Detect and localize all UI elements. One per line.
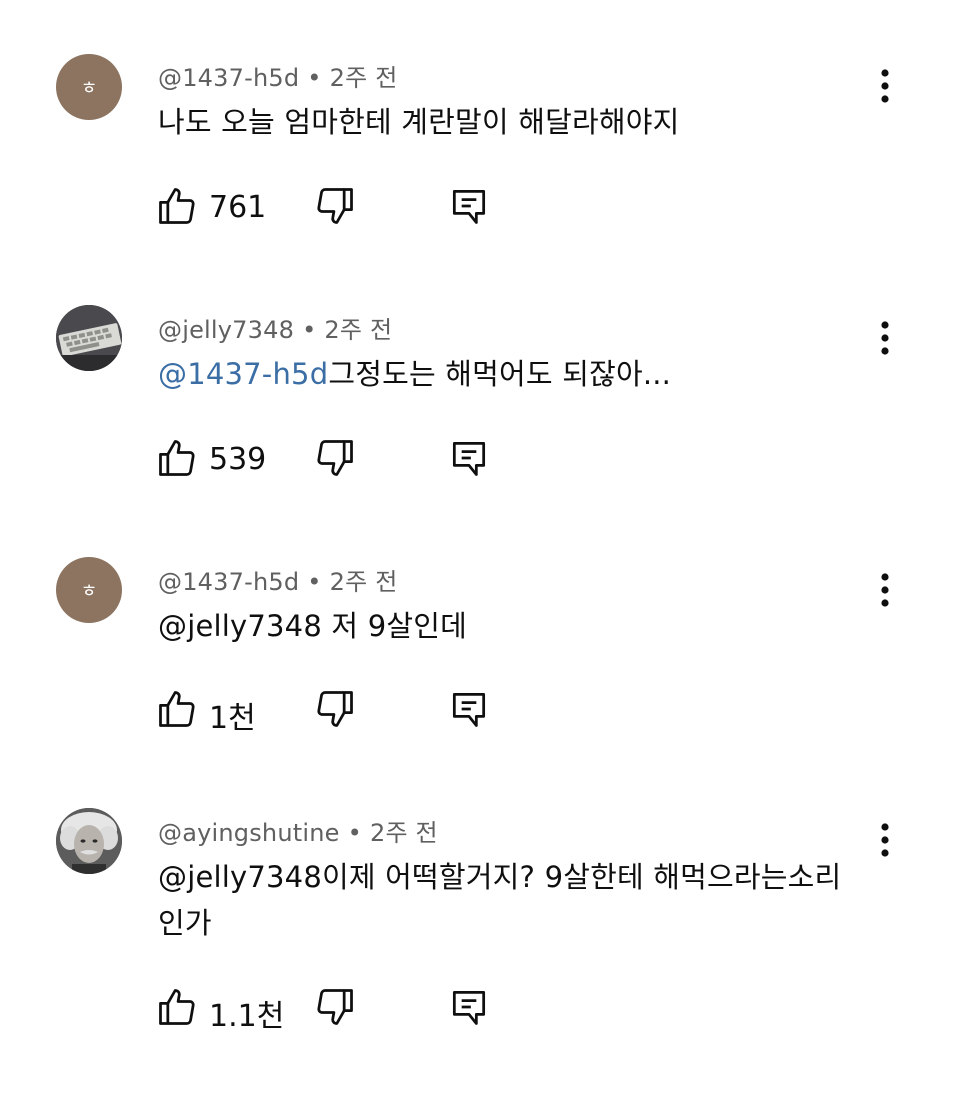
comment-author[interactable]: @1437-h5d xyxy=(158,568,299,596)
meta-separator: • xyxy=(302,316,317,344)
keyboard-photo-avatar-icon xyxy=(56,305,122,371)
like-icon[interactable] xyxy=(155,184,199,228)
meta-separator: • xyxy=(307,568,322,596)
like-count: 1.1천 xyxy=(209,999,285,1034)
comment-text: @1437-h5d그정도는 해먹어도 되잖아... xyxy=(158,351,858,397)
like-count: 1천 xyxy=(209,701,256,736)
like-count: 539 xyxy=(209,442,267,477)
reply-icon[interactable] xyxy=(447,687,491,731)
comment-mention[interactable]: @1437-h5d xyxy=(158,357,328,391)
comment-author[interactable]: @ayingshutine xyxy=(158,819,340,847)
avatar[interactable]: ㅎ xyxy=(56,557,122,623)
dislike-icon[interactable] xyxy=(313,985,357,1029)
like-icon[interactable] xyxy=(155,687,199,731)
comment-time: 2주 전 xyxy=(324,316,393,344)
comment-time: 2주 전 xyxy=(329,568,398,596)
more-options-icon xyxy=(881,823,889,857)
more-options-button[interactable] xyxy=(868,66,902,106)
more-options-button[interactable] xyxy=(868,570,902,610)
more-options-button[interactable] xyxy=(868,820,902,860)
reply-icon[interactable] xyxy=(447,184,491,228)
avatar-letter: ㅎ xyxy=(80,78,98,99)
comment-time: 2주 전 xyxy=(369,819,438,847)
avatar-letter: ㅎ xyxy=(80,581,98,602)
like-icon[interactable] xyxy=(155,436,199,480)
comment-author[interactable]: @jelly7348 xyxy=(158,316,294,344)
meta-separator: • xyxy=(347,819,362,847)
comment-body: 그정도는 해먹어도 되잖아... xyxy=(328,357,672,391)
reply-icon[interactable] xyxy=(447,436,491,480)
comment-meta: @jelly7348 • 2주 전 xyxy=(158,310,392,345)
comment-meta: @1437-h5d • 2주 전 xyxy=(158,58,397,93)
comment-text: @jelly7348 저 9살인데 xyxy=(158,603,858,649)
comment-text: 나도 오늘 엄마한테 계란말이 해달라해야지 xyxy=(158,99,858,145)
comment-body: @jelly7348이제 어떡할거지? 9살한테 해먹으라는소리인가 xyxy=(158,860,842,940)
reply-icon[interactable] xyxy=(447,985,491,1029)
comment-author[interactable]: @1437-h5d xyxy=(158,64,299,92)
dislike-icon[interactable] xyxy=(313,436,357,480)
dislike-icon[interactable] xyxy=(313,687,357,731)
avatar[interactable] xyxy=(56,808,122,874)
avatar[interactable]: ㅎ xyxy=(56,54,122,120)
more-options-icon xyxy=(881,573,889,607)
comment-meta: @ayingshutine • 2주 전 xyxy=(158,813,438,848)
einstein-photo-avatar-icon xyxy=(56,808,122,874)
like-count: 761 xyxy=(209,190,267,225)
avatar[interactable] xyxy=(56,305,122,371)
comment-body: 나도 오늘 엄마한테 계란말이 해달라해야지 xyxy=(158,105,680,139)
comment-text: @jelly7348이제 어떡할거지? 9살한테 해먹으라는소리인가 xyxy=(158,854,848,946)
like-icon[interactable] xyxy=(155,985,199,1029)
comment-meta: @1437-h5d • 2주 전 xyxy=(158,562,397,597)
comment-time: 2주 전 xyxy=(329,64,398,92)
dislike-icon[interactable] xyxy=(313,184,357,228)
comment-body: @jelly7348 저 9살인데 xyxy=(158,609,467,643)
more-options-icon xyxy=(881,69,889,103)
meta-separator: • xyxy=(307,64,322,92)
more-options-button[interactable] xyxy=(868,318,902,358)
more-options-icon xyxy=(881,321,889,355)
